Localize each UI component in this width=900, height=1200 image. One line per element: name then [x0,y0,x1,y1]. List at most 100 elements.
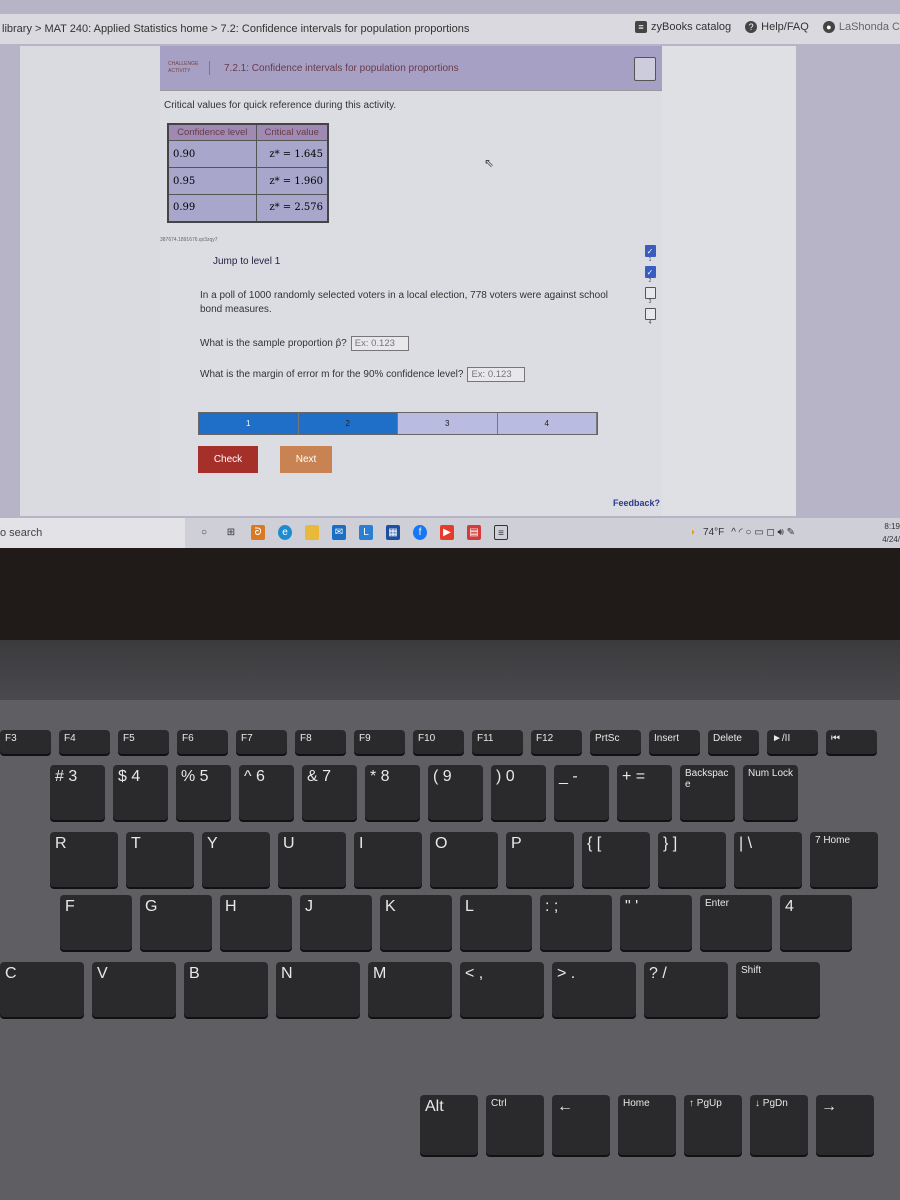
level-4[interactable]: 4 [497,413,597,434]
key--4[interactable]: $ 4 [113,765,168,820]
clock[interactable]: 8:19 4/24/ [882,520,900,546]
key-f7[interactable]: F7 [236,730,287,754]
key-prtsc[interactable]: PrtSc [590,730,641,754]
key-f10[interactable]: F10 [413,730,464,754]
key-r[interactable]: R [50,832,118,887]
level-3[interactable]: 3 [398,413,498,434]
key-f8[interactable]: F8 [295,730,346,754]
key-g[interactable]: G [140,895,212,950]
key--0[interactable]: ) 0 [491,765,546,820]
key--[interactable]: ← [552,1095,610,1155]
key-home[interactable]: Home [618,1095,676,1155]
top-navigation-bar: library > MAT 240: Applied Statistics ho… [0,14,900,44]
key--[interactable]: " ' [620,895,692,950]
level-1[interactable]: 1 [199,413,299,434]
task-view-icon[interactable]: ⊞ [224,525,238,540]
key--[interactable]: > . [552,962,636,1017]
key--5[interactable]: % 5 [176,765,231,820]
key-f9[interactable]: F9 [354,730,405,754]
key--[interactable]: < , [460,962,544,1017]
key--6[interactable]: ^ 6 [239,765,294,820]
key--[interactable]: : ; [540,895,612,950]
next-button[interactable]: Next [280,446,332,473]
lync-icon[interactable]: L [359,525,373,540]
key--3[interactable]: # 3 [50,765,105,820]
key--[interactable]: ⏮ [826,730,877,754]
news-icon[interactable]: ▤ [467,525,481,540]
key-j[interactable]: J [300,895,372,950]
bookmark-icon[interactable] [634,57,656,81]
weather-temp[interactable]: 74°F [703,527,724,538]
key-f3[interactable]: F3 [0,730,51,754]
tray-icons[interactable]: ^ ◜ ○ ▭ ◻ 🔊︎ ✎ [731,527,795,538]
breadcrumb[interactable]: library > MAT 240: Applied Statistics ho… [2,23,469,35]
key-f6[interactable]: F6 [177,730,228,754]
key--[interactable]: { [ [582,832,650,887]
key-f5[interactable]: F5 [118,730,169,754]
edge-icon[interactable]: e [278,525,292,540]
mail-icon[interactable]: ✉ [332,525,346,540]
key--[interactable]: | \ [734,832,802,887]
key-f[interactable]: F [60,895,132,950]
key--pgup[interactable]: ↑ PgUp [684,1095,742,1155]
key-7-home[interactable]: 7 Home [810,832,878,887]
level-2[interactable]: 2 [298,413,398,434]
feedback-link[interactable]: Feedback? [613,498,660,508]
key-m[interactable]: M [368,962,452,1017]
key--[interactable]: _ - [554,765,609,820]
key-alt[interactable]: Alt [420,1095,478,1155]
key-f4[interactable]: F4 [59,730,110,754]
key-f12[interactable]: F12 [531,730,582,754]
key--7[interactable]: & 7 [302,765,357,820]
key-o[interactable]: O [430,832,498,887]
key--[interactable]: ? / [644,962,728,1017]
key-ctrl[interactable]: Ctrl [486,1095,544,1155]
notes-icon[interactable]: ≡ [494,525,508,540]
taskbar-search[interactable]: o search [0,518,185,548]
key-shift[interactable]: Shift [736,962,820,1017]
youtube-icon[interactable]: ▶ [440,525,454,540]
key-backspace[interactable]: Backspace [680,765,735,820]
user-menu[interactable]: ● LaShonda C [822,21,900,33]
key-y[interactable]: Y [202,832,270,887]
key--[interactable]: + = [617,765,672,820]
check-button[interactable]: Check [198,446,258,473]
key-h[interactable]: H [220,895,292,950]
help-link[interactable]: ? Help/FAQ [745,21,809,33]
margin-of-error-input[interactable] [467,367,526,382]
key-f11[interactable]: F11 [472,730,523,754]
key-i[interactable]: I [354,832,422,887]
key-k[interactable]: K [380,895,452,950]
key-4[interactable]: 4 [780,895,852,950]
key-c[interactable]: C [0,962,84,1017]
key-p[interactable]: P [506,832,574,887]
key-insert[interactable]: Insert [649,730,700,754]
key--9[interactable]: ( 9 [428,765,483,820]
key-enter[interactable]: Enter [700,895,772,950]
key-l[interactable]: L [460,895,532,950]
key-u[interactable]: U [278,832,346,887]
zybooks-catalog-link[interactable]: ≡ zyBooks catalog [635,21,731,33]
store-icon[interactable]: ▦ [386,525,400,540]
key-delete[interactable]: Delete [708,730,759,754]
key--8[interactable]: * 8 [365,765,420,820]
key-n[interactable]: N [276,962,360,1017]
key--pgdn[interactable]: ↓ PgDn [750,1095,808,1155]
level-2-check-icon: ✓ [644,266,656,278]
key--ii[interactable]: ►/II [767,730,818,754]
laptop-screen: library > MAT 240: Applied Statistics ho… [0,0,900,550]
key-v[interactable]: V [92,962,176,1017]
file-explorer-icon[interactable] [305,525,319,540]
key--[interactable]: → [816,1095,874,1155]
sample-proportion-input[interactable] [350,336,409,351]
app-icon[interactable]: ᘐ [251,525,265,540]
key--[interactable]: } ] [658,832,726,887]
cortana-icon[interactable]: ○ [197,525,211,540]
help-label: Help/FAQ [761,21,809,33]
key-t[interactable]: T [126,832,194,887]
jump-to-level-link[interactable]: Jump to level 1 [213,256,280,267]
table-cell: z* = 1.960 [255,167,329,195]
key-b[interactable]: B [184,962,268,1017]
facebook-icon[interactable]: f [413,525,427,540]
key-num-lock[interactable]: Num Lock [743,765,798,820]
